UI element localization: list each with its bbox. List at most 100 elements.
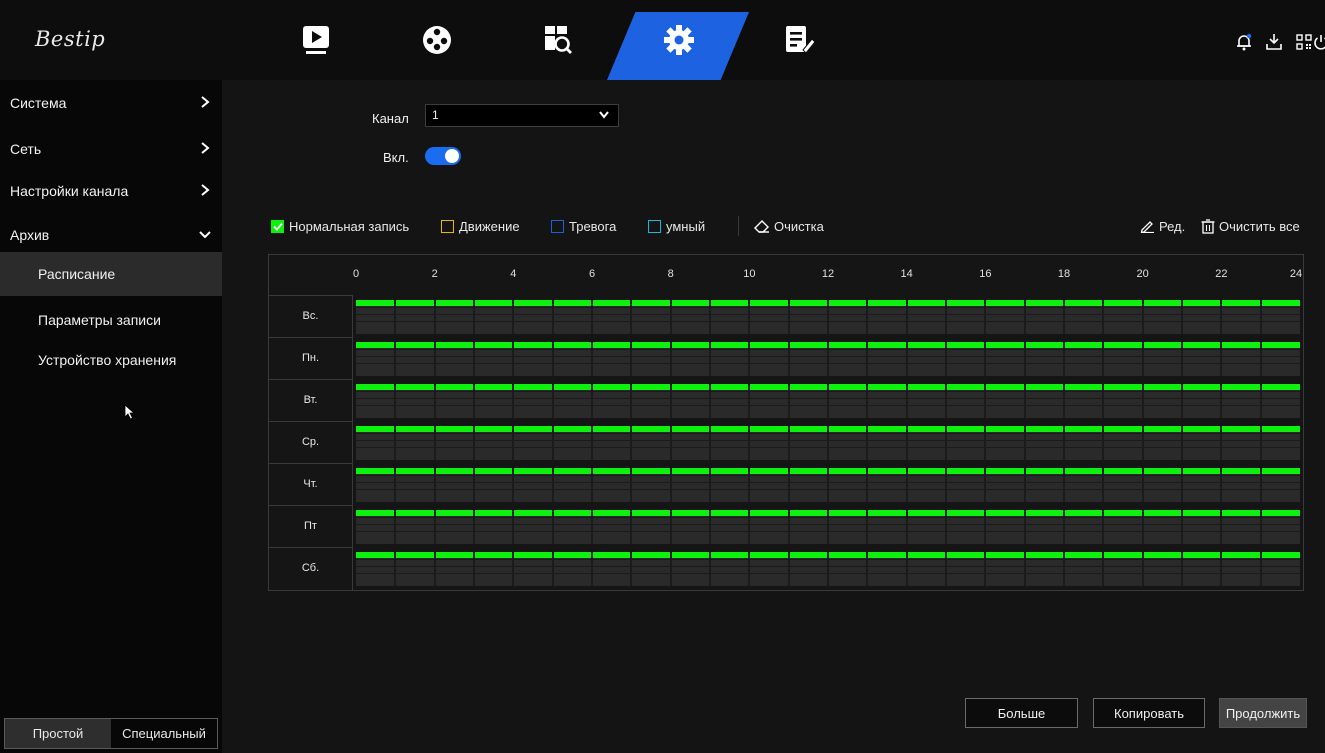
legend-normal-record[interactable]: Нормальная запись: [271, 218, 409, 234]
hour-divider: [1259, 468, 1262, 502]
hour-divider: [1102, 552, 1105, 586]
hour-divider: [394, 384, 397, 418]
download-icon[interactable]: [1264, 32, 1284, 52]
enable-toggle[interactable]: [425, 147, 461, 165]
legend-label: Нормальная запись: [289, 218, 410, 234]
hour-divider: [1259, 300, 1262, 334]
sidebar-subitem-schedule[interactable]: Расписание: [0, 252, 222, 296]
day-schedule-row[interactable]: [356, 468, 1300, 502]
hour-divider: [1063, 342, 1065, 376]
hour-divider: [1102, 510, 1105, 544]
hour-divider: [1102, 342, 1105, 376]
hour-divider: [709, 468, 711, 502]
legend-smart[interactable]: умный: [648, 218, 705, 234]
day-schedule-row[interactable]: [356, 384, 1300, 418]
day-schedule-row[interactable]: [356, 510, 1300, 544]
day-schedule-row[interactable]: [356, 552, 1300, 586]
legend-motion[interactable]: Движение: [441, 218, 520, 234]
hour-divider: [473, 300, 475, 334]
film-reel-icon[interactable]: [419, 22, 455, 58]
hour-divider: [945, 384, 947, 418]
hour-divider: [630, 384, 633, 418]
hour-tick-label: 18: [1057, 268, 1071, 280]
toggle-knob: [445, 149, 459, 163]
sidebar-item-network[interactable]: Сеть: [0, 126, 222, 172]
hour-divider: [433, 552, 436, 586]
hour-divider: [945, 342, 947, 376]
hour-divider: [905, 510, 908, 544]
hour-divider: [1102, 426, 1105, 460]
channel-select[interactable]: 1: [425, 104, 619, 127]
hour-divider: [1181, 468, 1183, 502]
search-file-icon[interactable]: [540, 22, 576, 58]
sidebar-item-system[interactable]: Система: [0, 80, 222, 126]
hour-divider: [1181, 342, 1183, 376]
sidebar-item-label: Настройки канала: [10, 183, 129, 199]
chevron-right-icon: [201, 142, 210, 154]
chevron-down-icon: [199, 231, 211, 239]
hour-divider: [866, 426, 869, 460]
mode-advanced-button[interactable]: Специальный: [111, 719, 217, 748]
hour-divider: [1181, 300, 1183, 334]
hour-divider: [1023, 468, 1026, 502]
hour-divider: [905, 342, 908, 376]
hour-divider: [827, 426, 829, 460]
hour-divider: [512, 552, 515, 586]
hour-divider: [1259, 384, 1262, 418]
enable-label: Вкл.: [383, 150, 409, 165]
legend-alarm[interactable]: Тревога: [551, 218, 616, 234]
hour-divider: [1141, 552, 1144, 586]
hour-divider: [827, 468, 829, 502]
gear-icon[interactable]: [661, 22, 697, 58]
hour-divider: [1141, 384, 1144, 418]
continue-button[interactable]: Продолжить: [1219, 698, 1307, 728]
checkbox-icon: [551, 219, 564, 233]
mouse-cursor-icon: [124, 404, 136, 420]
day-schedule-row[interactable]: [356, 342, 1300, 376]
chevron-right-icon: [201, 184, 210, 196]
hour-divider: [866, 342, 869, 376]
clear-all-button[interactable]: Очистить все: [1201, 218, 1300, 234]
hour-divider: [1023, 300, 1026, 334]
hour-divider: [945, 552, 947, 586]
power-icon[interactable]: [1311, 32, 1325, 52]
document-edit-icon[interactable]: [782, 22, 818, 58]
hour-divider: [1023, 342, 1026, 376]
hour-divider: [1063, 426, 1065, 460]
day-schedule-row[interactable]: [356, 300, 1300, 334]
hour-divider: [1141, 468, 1144, 502]
hour-divider: [591, 510, 593, 544]
hour-divider: [1181, 426, 1183, 460]
bell-icon[interactable]: [1234, 32, 1254, 52]
copy-button[interactable]: Копировать: [1093, 698, 1205, 728]
sidebar-subitem-record-params[interactable]: Параметры записи: [0, 298, 222, 342]
playback-icon[interactable]: [298, 22, 334, 58]
hour-divider: [945, 510, 947, 544]
hour-divider: [669, 552, 672, 586]
day-schedule-row[interactable]: [356, 426, 1300, 460]
day-label: Ср.: [269, 421, 352, 462]
eraser-button[interactable]: Очистка: [754, 218, 824, 234]
hour-divider: [866, 384, 869, 418]
hour-divider: [669, 426, 672, 460]
hour-divider: [1063, 552, 1065, 586]
hour-divider: [984, 342, 987, 376]
trash-icon: [1201, 218, 1215, 234]
hour-divider: [709, 552, 711, 586]
mode-switch: Простой Специальный: [4, 718, 218, 749]
hour-divider: [394, 468, 397, 502]
hour-divider: [591, 384, 593, 418]
sidebar-item-channel-settings[interactable]: Настройки канала: [0, 168, 222, 214]
hour-divider: [630, 342, 633, 376]
checkbox-icon: [648, 219, 661, 233]
more-button[interactable]: Больше: [965, 698, 1078, 728]
mode-simple-button[interactable]: Простой: [5, 719, 111, 748]
edit-button[interactable]: Ред.: [1140, 218, 1185, 234]
hour-divider: [1023, 426, 1026, 460]
hour-divider: [669, 384, 672, 418]
hour-divider: [473, 342, 475, 376]
hour-divider: [748, 384, 751, 418]
day-label: Вт.: [269, 379, 352, 420]
sidebar-subitem-storage-device[interactable]: Устройство хранения: [0, 338, 222, 382]
edit-label: Ред.: [1159, 218, 1186, 234]
